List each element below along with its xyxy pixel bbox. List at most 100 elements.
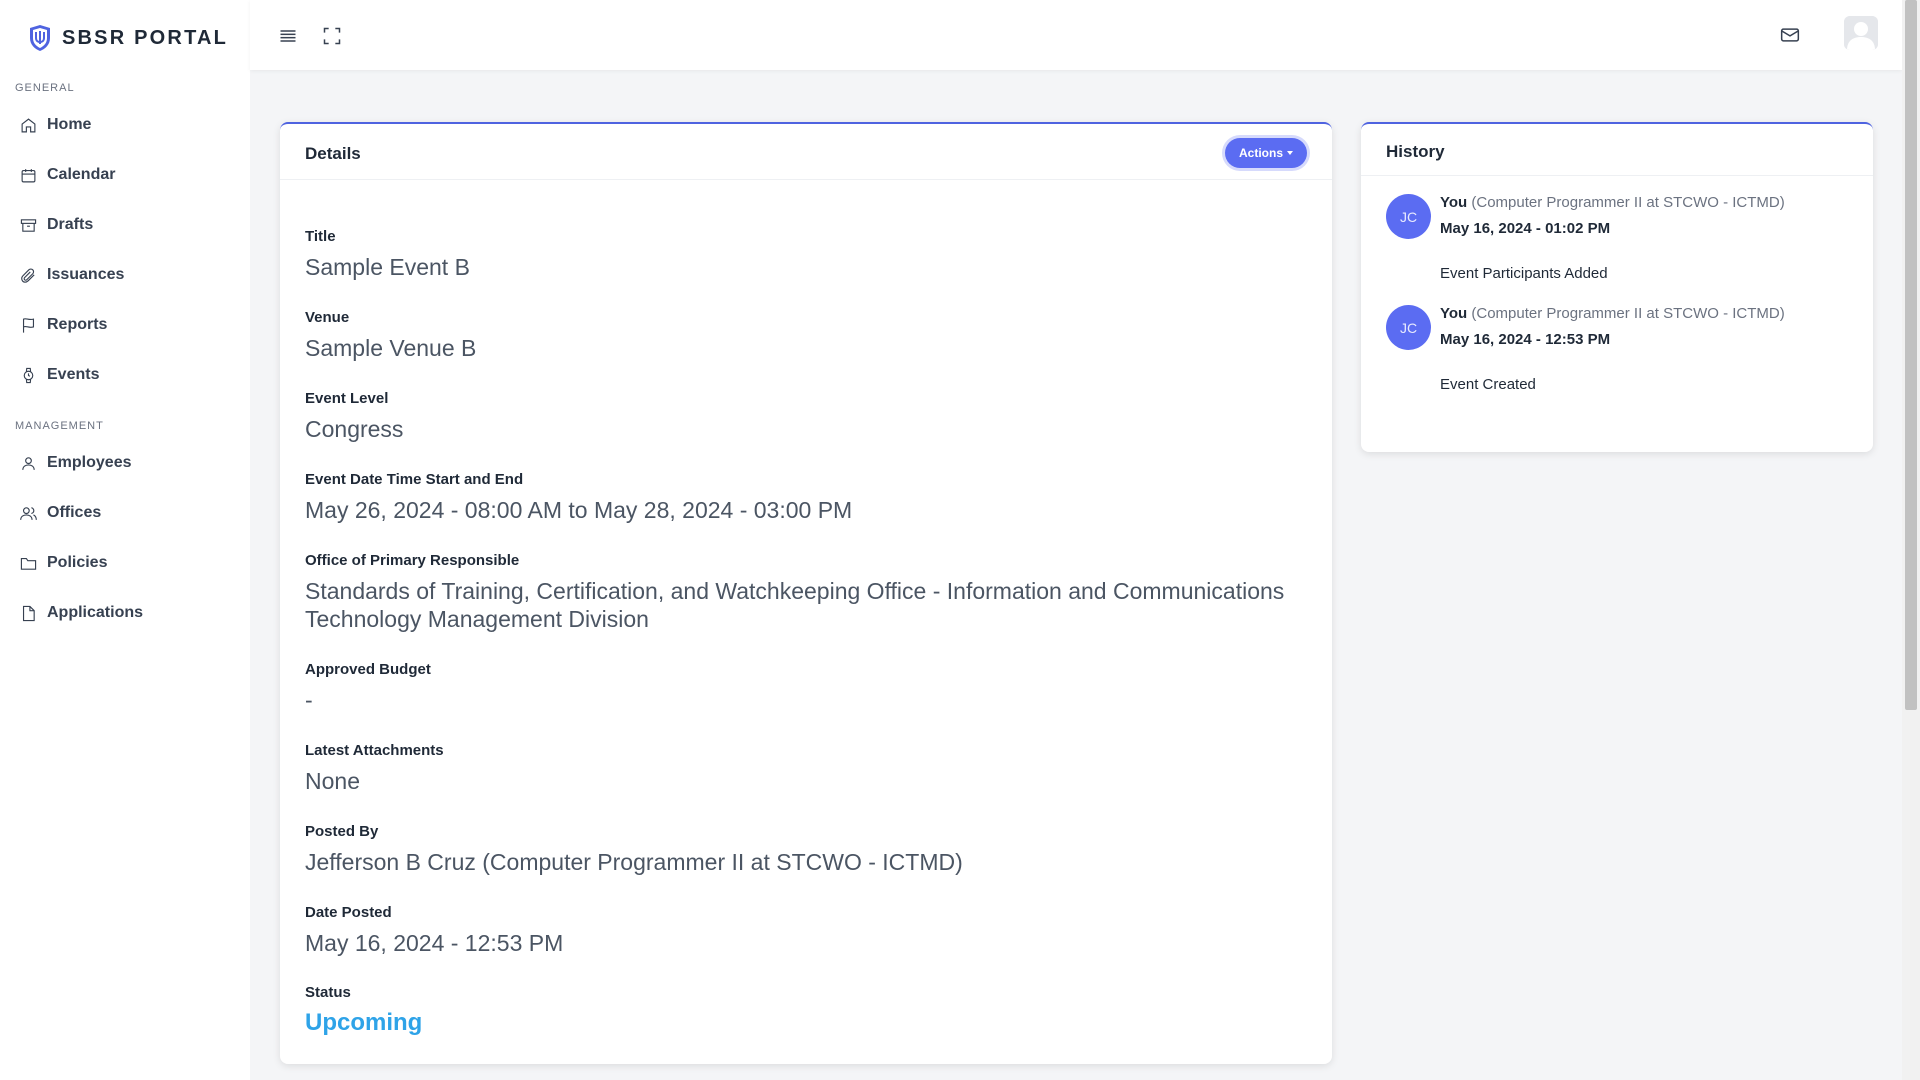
- sidebar-item-issuances[interactable]: Issuances: [0, 250, 250, 300]
- field-label: Posted By: [305, 823, 379, 840]
- nav-section-management: MANAGEMENT Employees Offices Policies Ap…: [0, 414, 250, 638]
- menu-toggle-button[interactable]: [278, 26, 298, 51]
- sidebar-item-applications[interactable]: Applications: [0, 588, 250, 638]
- history-action: Event Participants Added: [1440, 265, 1608, 282]
- sidebar-item-employees[interactable]: Employees: [0, 438, 250, 488]
- details-title: Details: [305, 144, 361, 163]
- nav-section-general: GENERAL Home Calendar Drafts Issuances R…: [0, 76, 250, 400]
- user-avatar-icon: [1844, 16, 1878, 50]
- avatar: JC: [1386, 305, 1431, 350]
- nav-heading-general: GENERAL: [15, 82, 75, 94]
- mail-icon: [1780, 28, 1800, 42]
- topbar: [250, 0, 1902, 70]
- sidebar-item-label: Home: [47, 116, 92, 133]
- history-entry-actor-line: You (Computer Programmer II at STCWO - I…: [1440, 194, 1785, 211]
- history-role: (Computer Programmer II at STCWO - ICTMD…: [1471, 305, 1785, 322]
- sidebar-item-reports[interactable]: Reports: [0, 300, 250, 350]
- sidebar-item-events[interactable]: Events: [0, 350, 250, 400]
- field-latest-attachments: Latest Attachments None: [305, 742, 1305, 795]
- field-label: Title: [305, 228, 336, 245]
- vertical-scrollbar[interactable]: [1902, 0, 1920, 1080]
- details-card-header: Details Actions: [280, 124, 1332, 180]
- brand[interactable]: SBSR PORTAL: [0, 0, 250, 76]
- field-value: -: [305, 687, 313, 713]
- field-value: Standards of Training, Certification, an…: [305, 578, 1285, 632]
- field-value: Congress: [305, 416, 404, 442]
- sidebar-item-label: Reports: [47, 316, 108, 333]
- field-label: Date Posted: [305, 904, 392, 921]
- sidebar-item-label: Policies: [47, 554, 108, 571]
- mail-button[interactable]: [1780, 25, 1800, 50]
- brand-logo-icon: [30, 25, 50, 51]
- menu-icon: [280, 30, 296, 42]
- profile-avatar[interactable]: [1844, 16, 1878, 50]
- history-entry-body: You (Computer Programmer II at STCWO - I…: [1440, 194, 1785, 282]
- watch-icon: [23, 367, 34, 383]
- paperclip-icon: [21, 267, 35, 283]
- actions-dropdown-button[interactable]: Actions: [1224, 138, 1307, 168]
- nav-heading-management: MANAGEMENT: [15, 420, 104, 432]
- avatar: JC: [1386, 194, 1431, 239]
- history-entry-body: You (Computer Programmer II at STCWO - I…: [1440, 305, 1785, 393]
- app: SBSR PORTAL GENERAL Home Calendar Drafts…: [0, 0, 1902, 1080]
- field-date-posted: Date Posted May 16, 2024 - 12:53 PM: [305, 904, 1305, 957]
- history-actor: You: [1440, 194, 1468, 211]
- sidebar-item-home[interactable]: Home: [0, 100, 250, 150]
- sidebar-item-label: Events: [47, 366, 100, 383]
- sidebar-item-label: Applications: [47, 604, 144, 621]
- status-value: Upcoming: [305, 1009, 423, 1036]
- field-approved-budget: Approved Budget -: [305, 661, 1305, 714]
- users-icon: [20, 506, 37, 520]
- caret-down-icon: [1287, 151, 1293, 155]
- history-entry-actor-line: You (Computer Programmer II at STCWO - I…: [1440, 305, 1785, 322]
- sidebar: SBSR PORTAL GENERAL Home Calendar Drafts…: [0, 0, 250, 1080]
- actions-label: Actions: [1238, 146, 1283, 160]
- history-date: May 16, 2024 - 12:53 PM: [1440, 331, 1611, 348]
- details-card: Details Actions Title Sample Event B Ven…: [280, 122, 1332, 1064]
- archive-icon: [20, 218, 37, 232]
- sidebar-item-policies[interactable]: Policies: [0, 538, 250, 588]
- home-icon: [21, 117, 36, 132]
- field-label: Office of Primary Responsible: [305, 552, 520, 569]
- field-value: Sample Venue B: [305, 335, 477, 361]
- field-label: Latest Attachments: [305, 742, 444, 759]
- user-icon: [22, 456, 35, 470]
- field-label: Approved Budget: [305, 661, 431, 678]
- file-icon: [22, 605, 35, 621]
- field-title: Title Sample Event B: [305, 228, 1305, 281]
- field-posted-by: Posted By Jefferson B Cruz (Computer Pro…: [305, 823, 1305, 876]
- fullscreen-button[interactable]: [322, 26, 342, 51]
- field-label: Venue: [305, 309, 350, 326]
- sidebar-item-label: Drafts: [47, 216, 94, 233]
- sidebar-item-label: Issuances: [47, 266, 125, 283]
- sidebar-item-drafts[interactable]: Drafts: [0, 200, 250, 250]
- history-card-header: History: [1361, 124, 1873, 176]
- field-event-level: Event Level Congress: [305, 390, 1305, 443]
- sidebar-item-offices[interactable]: Offices: [0, 488, 250, 538]
- field-value: May 26, 2024 - 08:00 AM to May 28, 2024 …: [305, 497, 853, 523]
- history-date: May 16, 2024 - 01:02 PM: [1440, 220, 1611, 237]
- field-value: None: [305, 768, 360, 794]
- field-office-primary-responsible: Office of Primary Responsible Standards …: [305, 552, 1305, 633]
- field-value: Jefferson B Cruz (Computer Programmer II…: [305, 849, 963, 875]
- sidebar-item-label: Calendar: [47, 166, 116, 183]
- field-event-datetime: Event Date Time Start and End May 26, 20…: [305, 471, 1305, 524]
- history-action: Event Created: [1440, 376, 1536, 393]
- flag-icon: [22, 317, 35, 333]
- sidebar-item-calendar[interactable]: Calendar: [0, 150, 250, 200]
- history-title: History: [1386, 142, 1445, 161]
- field-label: Event Level: [305, 390, 389, 407]
- folder-icon: [20, 557, 37, 570]
- sidebar-item-label: Employees: [47, 454, 132, 471]
- history-role: (Computer Programmer II at STCWO - ICTMD…: [1471, 194, 1785, 211]
- history-card: History JC You (Computer Programmer II a…: [1361, 122, 1873, 452]
- field-value: May 16, 2024 - 12:53 PM: [305, 930, 564, 956]
- field-status: Status Upcoming: [305, 984, 1305, 1037]
- fullscreen-icon: [323, 27, 341, 45]
- calendar-icon: [21, 168, 36, 182]
- history-actor: You: [1440, 305, 1468, 322]
- scrollbar-thumb[interactable]: [1905, 0, 1917, 710]
- sidebar-item-label: Offices: [47, 504, 102, 521]
- field-value: Sample Event B: [305, 254, 470, 280]
- brand-name: SBSR PORTAL: [62, 26, 229, 49]
